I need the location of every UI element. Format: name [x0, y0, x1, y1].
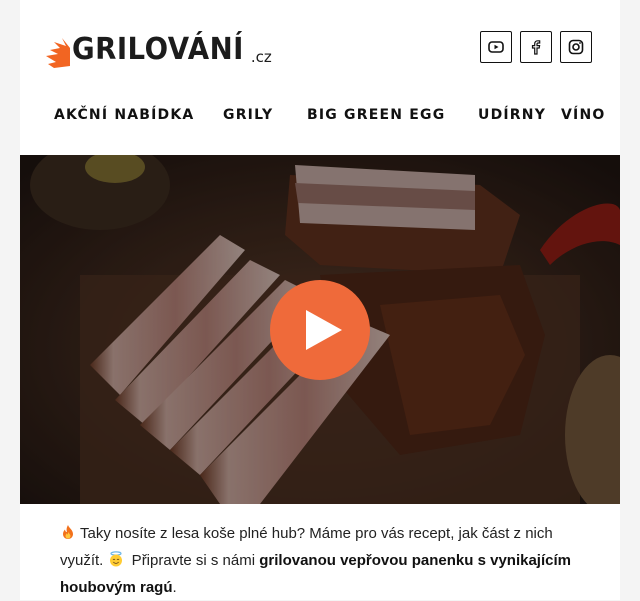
main-nav: AKČNÍ NABÍDKA GRILY BIG GREEN EGG UDÍRNY… [20, 107, 620, 127]
social-links [480, 31, 592, 63]
logo-wordmark: GRILOVÁNÍ [72, 32, 244, 67]
nav-item-grily[interactable]: GRILY [223, 107, 273, 123]
instagram-button[interactable] [560, 31, 592, 63]
nav-item-udirny[interactable]: UDÍRNY [478, 107, 546, 123]
nav-item-akcni-nabidka[interactable]: AKČNÍ NABÍDKA [54, 107, 194, 123]
nav-item-big-green-egg[interactable]: BIG GREEN EGG [307, 107, 445, 123]
newsletter-card: GRILOVÁNÍ .cz AKČNÍ NABÍDKA GRILY BIG GR… [20, 0, 620, 600]
intro-paragraph: Taky nosíte z lesa koše plné hub? Máme p… [60, 520, 590, 601]
intro-end: . [172, 579, 177, 596]
logo-tld: .cz [250, 48, 272, 66]
facebook-icon [531, 40, 541, 55]
play-button[interactable] [270, 280, 370, 380]
instagram-icon [568, 39, 584, 55]
flame-icon [46, 38, 70, 68]
play-icon [306, 310, 342, 350]
brand-logo[interactable]: GRILOVÁNÍ .cz [44, 26, 272, 70]
video-thumbnail[interactable] [20, 155, 620, 504]
nav-item-vino[interactable]: VÍNO [561, 107, 605, 123]
fire-icon [63, 525, 73, 539]
youtube-icon [488, 41, 504, 53]
smiling-halo-icon [109, 551, 122, 567]
facebook-button[interactable] [520, 31, 552, 63]
youtube-button[interactable] [480, 31, 512, 63]
intro-text-2: Připravte si s námi [127, 552, 260, 569]
